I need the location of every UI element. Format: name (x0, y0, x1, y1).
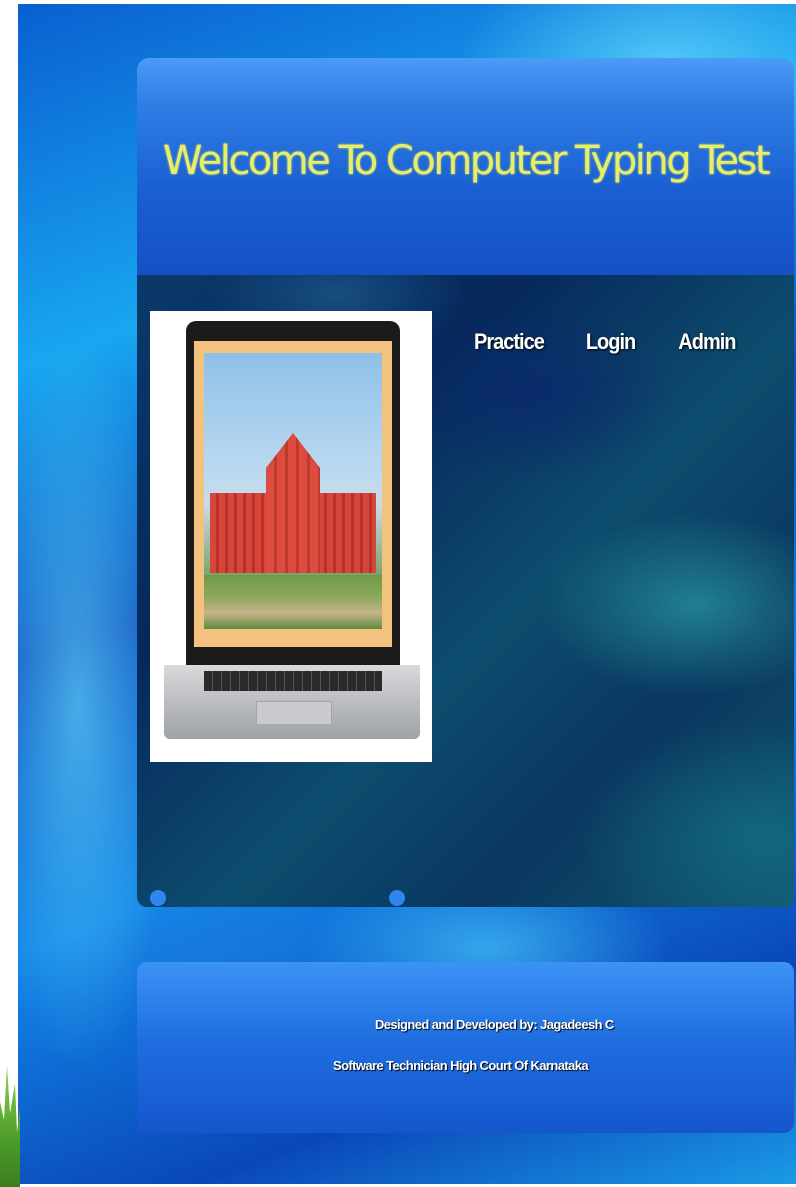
footer-role: Software Technician High Court Of Karnat… (333, 1058, 589, 1073)
court-garden (204, 575, 382, 629)
nav-practice-link[interactable]: Practice (474, 330, 545, 356)
slider-dot-left (150, 890, 166, 906)
main-nav: Practice Login Admin (474, 330, 737, 356)
laptop-screen (186, 321, 400, 667)
laptop-trackpad (256, 701, 332, 725)
footer-credit: Designed and Developed by: Jagadeesh C (375, 1017, 614, 1032)
hero-image (150, 311, 432, 762)
grass-decoration (0, 1065, 20, 1187)
header-banner: Welcome To Computer Typing Test (137, 58, 794, 278)
slider-dot-middle (389, 890, 405, 906)
high-court-photo (204, 353, 382, 629)
laptop-keyboard (204, 671, 382, 691)
screen-frame (194, 341, 392, 647)
laptop-base (164, 665, 420, 739)
footer: Designed and Developed by: Jagadeesh C S… (137, 962, 794, 1133)
nav-admin-link[interactable]: Admin (678, 330, 736, 356)
nav-login-link[interactable]: Login (586, 330, 636, 356)
page-title: Welcome To Computer Typing Test (162, 138, 771, 184)
court-tower (266, 433, 320, 573)
